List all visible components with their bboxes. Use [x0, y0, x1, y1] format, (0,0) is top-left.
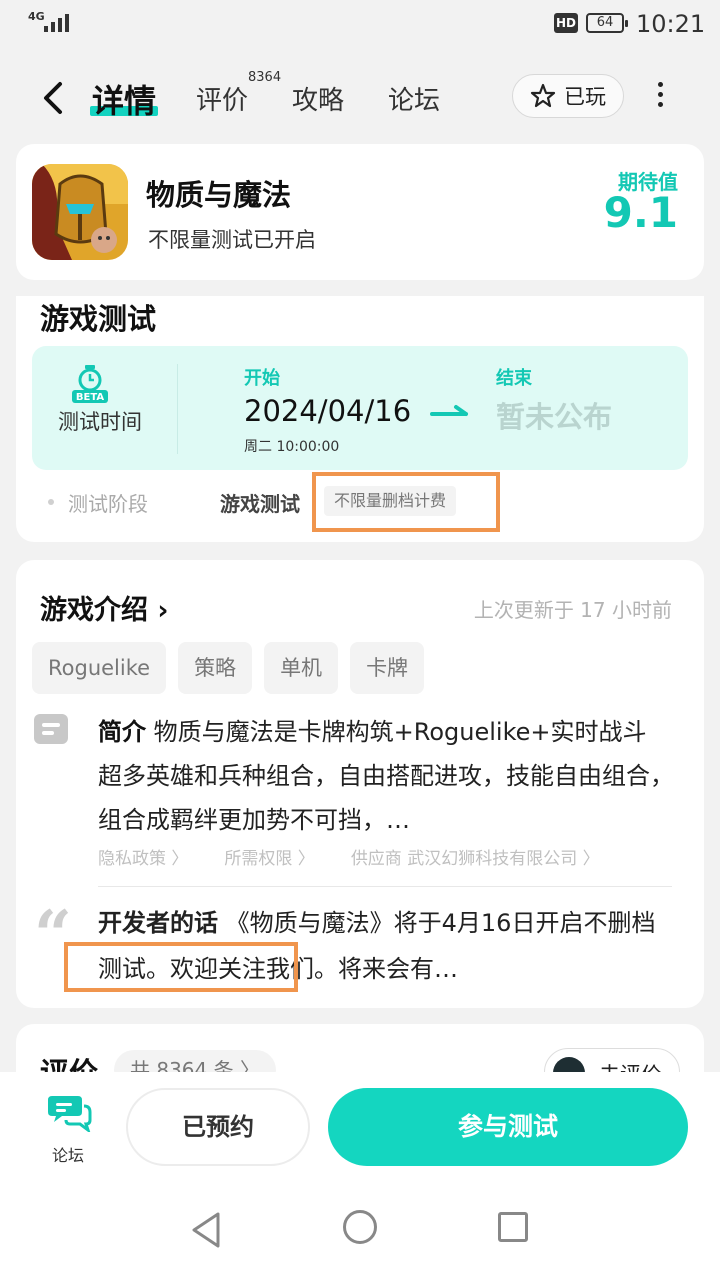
meta-links: 隐私政策 〉 所需权限 〉 供应商 武汉幻狮科技有限公司 〉	[98, 844, 600, 869]
summary-text: 物质与魔法是卡牌构筑+Roguelike+实时战斗 超多英雄和兵种组合，自由搭配…	[98, 718, 674, 834]
bullet-dot	[48, 499, 54, 505]
test-section-title: 游戏测试	[40, 302, 157, 336]
start-date: 2024/04/16	[244, 394, 412, 428]
played-button[interactable]: 已玩	[512, 74, 624, 118]
tab-details[interactable]: 详情	[92, 76, 156, 122]
signal-icon	[44, 12, 69, 32]
game-test-card: 游戏测试 BETA 测试时间 开始 2024/04/16 周二 10:00:00…	[16, 296, 704, 542]
start-time: 周二 10:00:00	[244, 439, 340, 455]
expect-score: 9.1	[603, 188, 678, 237]
system-back-icon[interactable]	[188, 1210, 224, 1250]
join-test-button[interactable]: 参与测试	[328, 1088, 688, 1166]
game-intro-card: 游戏介绍 › 上次更新于 17 小时前 Roguelike 策略 单机 卡牌 简…	[16, 560, 704, 1008]
vendor-link[interactable]: 供应商 武汉幻狮科技有限公司 〉	[351, 844, 600, 869]
clock: 10:21	[636, 10, 706, 38]
played-label: 已玩	[564, 85, 606, 109]
forum-icon[interactable]	[48, 1092, 92, 1132]
back-icon[interactable]	[34, 78, 74, 118]
start-label: 开始	[244, 368, 280, 389]
system-nav-bar	[0, 1184, 720, 1280]
tag-item[interactable]: 单机	[264, 642, 339, 694]
reserved-button[interactable]: 已预约	[126, 1088, 310, 1166]
dev-label: 开发者的话	[98, 909, 218, 937]
test-time-box: BETA 测试时间 开始 2024/04/16 周二 10:00:00 结束 暂…	[32, 346, 688, 470]
divider	[98, 886, 672, 887]
game-app-icon	[32, 164, 128, 260]
arrow-icon	[430, 405, 468, 416]
more-options-icon[interactable]	[650, 82, 670, 112]
tab-forum[interactable]: 论坛	[388, 80, 440, 117]
game-header-card: 物质与魔法 不限量测试已开启 期待值 9.1	[16, 144, 704, 280]
intro-summary[interactable]: 简介 物质与魔法是卡牌构筑+Roguelike+实时战斗 超多英雄和兵种组合，自…	[98, 710, 678, 842]
tag-item[interactable]: 卡牌	[350, 642, 425, 694]
tab-guides[interactable]: 攻略	[292, 80, 344, 117]
permissions-link[interactable]: 所需权限 〉	[224, 844, 314, 869]
system-home-icon[interactable]	[343, 1210, 377, 1244]
privacy-link[interactable]: 隐私政策 〉	[98, 844, 188, 869]
battery-icon: 64	[586, 13, 628, 33]
dev-text-1: 《物质与魔法》将于4月16日开	[225, 909, 560, 937]
tag-item[interactable]: Roguelike	[32, 642, 167, 694]
game-title: 物质与魔法	[146, 178, 292, 212]
end-value: 暂未公布	[496, 400, 613, 434]
forum-label[interactable]: 论坛	[52, 1142, 84, 1166]
reviews-count-badge: 8364	[248, 70, 282, 85]
system-recents-icon[interactable]	[498, 1212, 528, 1242]
end-label: 结束	[496, 368, 532, 389]
beta-timer-icon: BETA	[72, 365, 108, 403]
intro-title-link[interactable]: 游戏介绍 ›	[40, 588, 169, 627]
divider	[177, 364, 178, 454]
test-stage-label: 测试阶段	[68, 492, 148, 516]
summary-label: 简介	[98, 718, 146, 746]
tag-list: Roguelike 策略 单机 卡牌	[32, 642, 425, 694]
bottom-action-bar: 论坛 已预约 参与测试	[0, 1072, 720, 1184]
test-time-label: 测试时间	[58, 410, 142, 434]
test-stage-value: 游戏测试	[220, 492, 300, 516]
game-subtitle: 不限量测试已开启	[148, 228, 316, 252]
tab-reviews[interactable]: 评价	[196, 80, 248, 117]
top-nav: 详情 评价 8364 攻略 论坛 已玩	[0, 50, 720, 144]
star-icon	[530, 83, 556, 108]
highlight-box	[312, 472, 500, 532]
hd-badge: HD	[554, 13, 578, 33]
tag-item[interactable]: 策略	[178, 642, 253, 694]
highlight-box	[64, 942, 298, 992]
network-type: 4G	[28, 10, 45, 23]
beta-badge-text: BETA	[76, 392, 104, 403]
status-bar: 4G HD 64 10:21	[0, 0, 720, 50]
document-icon	[34, 714, 68, 744]
last-updated: 上次更新于 17 小时前	[473, 598, 672, 622]
